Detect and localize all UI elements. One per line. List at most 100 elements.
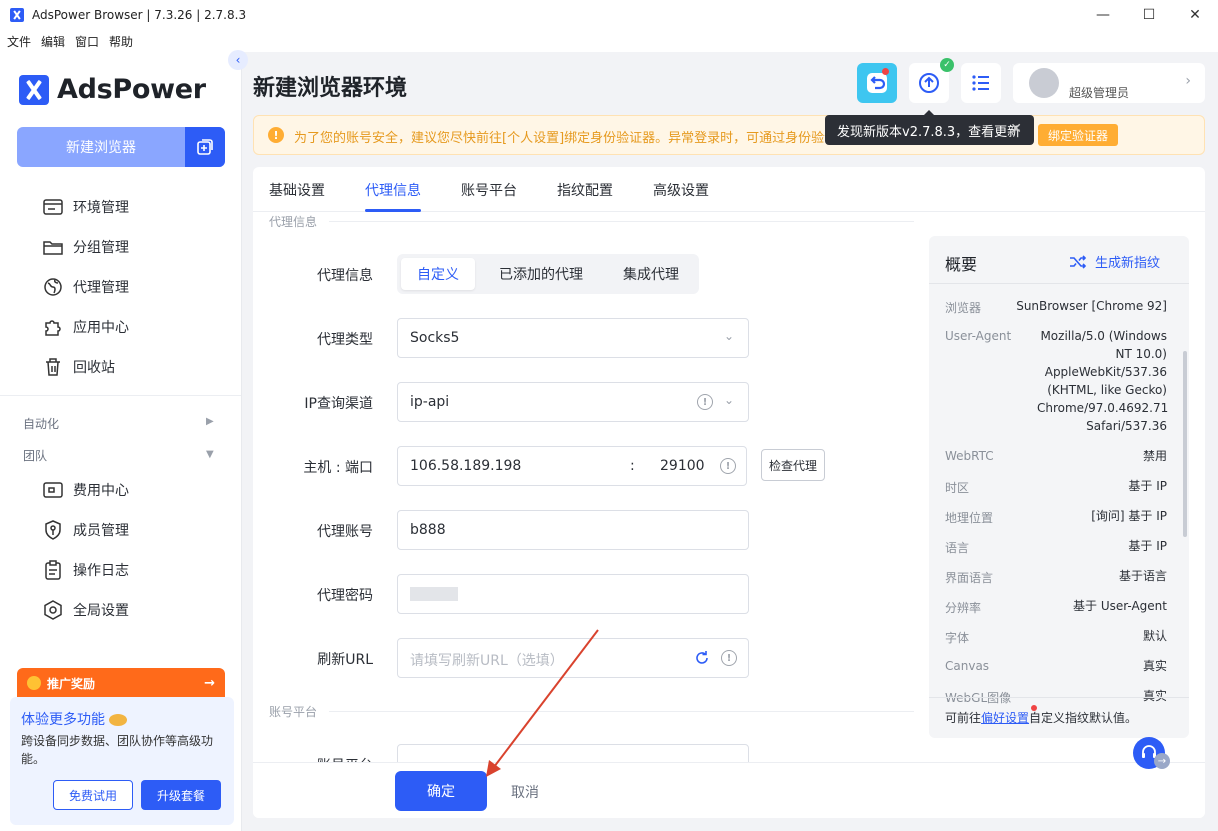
summary-label: 字体: [945, 631, 970, 645]
page-title: 新建浏览器环境: [253, 76, 408, 101]
summary-value: 基于 IP: [1128, 539, 1167, 553]
check-badge-icon: ✓: [940, 58, 954, 72]
tab-advanced[interactable]: 高级设置: [653, 180, 709, 200]
chevron-down-icon: ⌄: [723, 393, 734, 407]
sidebar-item-groups[interactable]: 分组管理: [42, 235, 129, 259]
upgrade-title: 体验更多功能: [21, 709, 128, 729]
notification-dot: [1031, 705, 1037, 711]
ip-channel-select[interactable]: ip-api ! ⌄: [397, 382, 749, 422]
shuffle-icon: [1070, 254, 1087, 269]
menu-file[interactable]: 文件: [7, 33, 31, 50]
close-button[interactable]: ✕: [1172, 0, 1218, 30]
group-label-proxy: 代理信息: [269, 213, 328, 230]
upgrade-plan-button[interactable]: 升级套餐: [141, 780, 221, 810]
tab-fingerprint[interactable]: 指纹配置: [557, 180, 613, 200]
check-proxy-button[interactable]: 检查代理: [761, 449, 825, 481]
promo-banner[interactable]: 推广奖励 →: [17, 668, 225, 698]
sidebar-item-label: 全局设置: [73, 603, 129, 619]
masked-password: [410, 587, 458, 601]
menu-window[interactable]: 窗口: [75, 33, 99, 50]
summary-divider: [929, 283, 1189, 284]
info-icon[interactable]: !: [697, 394, 713, 410]
sidebar-item-label: 成员管理: [73, 523, 129, 539]
new-browser-label[interactable]: 新建浏览器: [17, 127, 185, 167]
proxy-option-integrated[interactable]: 集成代理: [607, 258, 695, 290]
menu-bar: 文件 编辑 窗口 帮助: [0, 30, 1218, 52]
arrow-right-icon[interactable]: →: [204, 676, 215, 691]
host-input[interactable]: 106.58.189.198: [410, 458, 521, 474]
ip-channel-label: IP查询渠道: [304, 396, 373, 412]
menu-edit[interactable]: 编辑: [41, 33, 65, 50]
sidebar-item-label: 回收站: [73, 360, 115, 376]
tab-basic[interactable]: 基础设置: [269, 180, 325, 200]
sync-app-button[interactable]: [857, 63, 897, 103]
new-browser-button[interactable]: 新建浏览器: [17, 127, 225, 167]
user-menu[interactable]: 超级管理员 ›: [1013, 63, 1205, 103]
sidebar-item-environment[interactable]: 环境管理: [42, 195, 129, 219]
free-trial-button[interactable]: 免费试用: [53, 780, 133, 810]
host-port-field[interactable]: 106.58.189.198 : 29100 !: [397, 446, 747, 486]
info-icon[interactable]: !: [720, 458, 736, 474]
summary-value: 基于语言: [1118, 569, 1167, 583]
sidebar-item-settings[interactable]: 全局设置: [42, 598, 129, 622]
port-input[interactable]: 29100: [660, 458, 705, 474]
chevron-down-icon[interactable]: ▼: [206, 449, 214, 460]
user-role: 超级管理员: [1069, 86, 1130, 100]
proxy-option-added[interactable]: 已添加的代理: [479, 258, 603, 290]
tooltip-text[interactable]: 发现新版本v2.7.8.3，查看更新: [837, 121, 1020, 140]
bind-authenticator-button[interactable]: 绑定验证器: [1038, 124, 1118, 146]
menu-help[interactable]: 帮助: [109, 33, 133, 50]
batch-add-icon[interactable]: [185, 127, 225, 167]
form-footer: 确定 取消: [253, 762, 1205, 818]
proxy-password-input[interactable]: [397, 574, 749, 614]
sidebar-item-label: 费用中心: [73, 483, 129, 499]
summary-value: 禁用: [1142, 449, 1167, 463]
preferences-link[interactable]: 偏好设置: [981, 711, 1029, 725]
sidebar-item-trash[interactable]: 回收站: [42, 355, 115, 379]
summary-label: Canvas: [945, 659, 990, 673]
close-icon[interactable]: ✕: [1010, 121, 1022, 137]
main-card: 基础设置 代理信息 账号平台 指纹配置 高级设置 代理信息 代理信息 自定义 已…: [253, 167, 1205, 818]
tab-account-platform[interactable]: 账号平台: [461, 180, 517, 200]
generate-fingerprint-button[interactable]: 生成新指纹: [1069, 252, 1160, 271]
host-port-label: 主机 : 端口: [303, 460, 373, 476]
refresh-icon[interactable]: [694, 650, 710, 670]
summary-scrollbar[interactable]: [1183, 351, 1187, 537]
tab-proxy[interactable]: 代理信息: [365, 180, 421, 200]
info-icon[interactable]: !: [721, 650, 737, 666]
tab-bar: 基础设置 代理信息 账号平台 指纹配置 高级设置: [253, 167, 1205, 212]
summary-value: SunBrowser [Chrome 92]: [1016, 299, 1167, 313]
sidebar-item-proxy[interactable]: 代理管理: [42, 275, 129, 299]
proxy-option-custom[interactable]: 自定义: [401, 258, 475, 290]
section-team[interactable]: 团队: [23, 447, 47, 464]
fingerprint-summary: 概要 生成新指纹 浏览器 SunBrowser [Chrome 92] User…: [929, 236, 1189, 738]
summary-value: 真实: [1142, 689, 1167, 703]
minimize-button[interactable]: —: [1080, 0, 1126, 30]
proxy-source-selector: 自定义 已添加的代理 集成代理: [397, 254, 699, 294]
summary-value: 基于 IP: [1128, 479, 1167, 493]
arrow-right-icon[interactable]: →: [1154, 753, 1170, 769]
proxy-account-input[interactable]: b888: [397, 510, 749, 550]
puzzle-icon: [42, 316, 64, 338]
proxy-type-select[interactable]: Socks5 ⌄: [397, 318, 749, 358]
list-icon: [972, 75, 989, 91]
chevron-right-icon[interactable]: ›: [1185, 73, 1191, 89]
adspower-logo-icon: [19, 74, 49, 105]
sidebar-item-logs[interactable]: 操作日志: [42, 558, 129, 582]
sidebar-logo: AdsPower: [19, 74, 206, 105]
sidebar-item-members[interactable]: 成员管理: [42, 518, 129, 542]
summary-title: 概要: [945, 255, 978, 274]
upgrade-description: 跨设备同步数据、团队协作等高级功能。: [21, 734, 214, 766]
wallet-icon: [42, 479, 64, 501]
collapse-sidebar-button[interactable]: ‹: [228, 50, 248, 70]
maximize-button[interactable]: ☐: [1126, 0, 1172, 30]
alert-text: 为了您的账号安全，建议您尽快前往[个人设置]绑定身份验证器。异常登录时，可通过身…: [294, 131, 838, 146]
update-tooltip[interactable]: 发现新版本v2.7.8.3，查看更新 ✕: [825, 110, 1034, 145]
sidebar-item-billing[interactable]: 费用中心: [42, 478, 129, 502]
sidebar-item-apps[interactable]: 应用中心: [42, 315, 129, 339]
chevron-right-icon[interactable]: ▶: [206, 416, 214, 427]
proxy-account-label: 代理账号: [317, 524, 373, 540]
task-list-button[interactable]: [961, 63, 1001, 103]
cancel-button[interactable]: 取消: [511, 782, 539, 802]
section-automation[interactable]: 自动化: [23, 415, 59, 432]
